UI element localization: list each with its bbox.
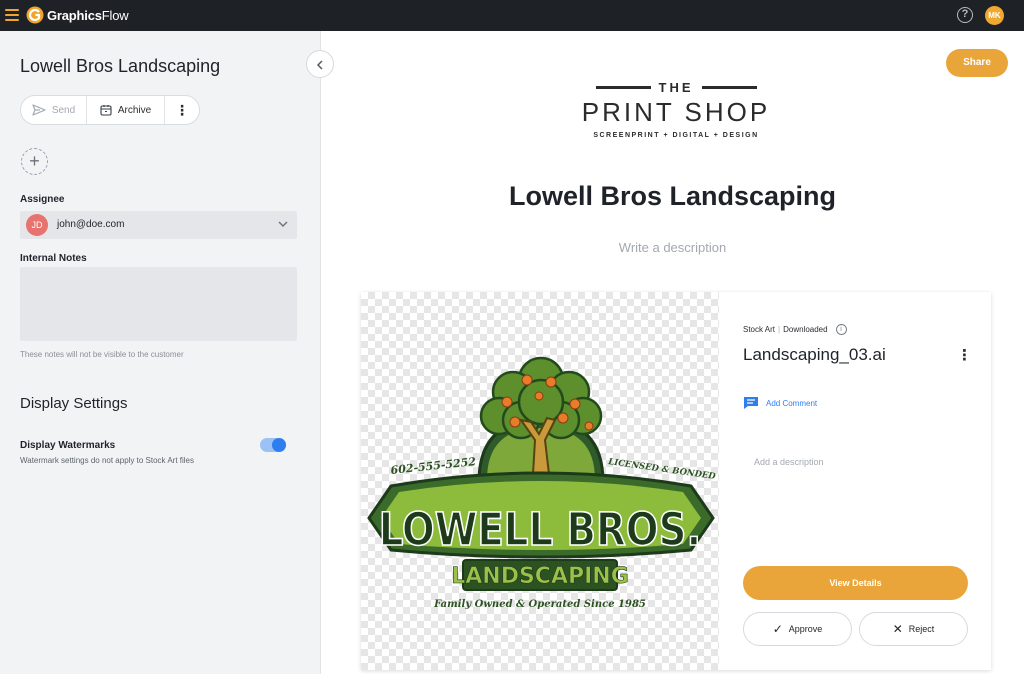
display-settings-heading: Display Settings bbox=[20, 395, 128, 412]
share-button[interactable]: Share bbox=[946, 49, 1008, 77]
shop-logo-the: THE bbox=[560, 80, 792, 95]
lowell-bros-logo: 602-555-5252 LICENSED & BONDED LOWELL BR… bbox=[367, 356, 717, 610]
approve-label: Approve bbox=[788, 624, 823, 634]
x-icon: ✕ bbox=[892, 622, 903, 636]
chevron-down-icon bbox=[278, 221, 288, 227]
shop-logo-name: PRINT SHOP bbox=[581, 97, 771, 127]
more-vertical-icon[interactable]: ⋮ bbox=[957, 346, 972, 364]
app-logo[interactable]: GraphicsFlow bbox=[47, 8, 129, 23]
shop-logo-tagline: SCREENPRINT + DIGITAL + DESIGN bbox=[593, 132, 759, 139]
logo-phone: 602-555-5252 bbox=[390, 455, 477, 477]
artwork-meta: Stock Art | Downloaded i bbox=[743, 324, 847, 335]
send-button[interactable]: Send bbox=[21, 96, 87, 124]
logo-name: LOWELL BROS. bbox=[379, 504, 702, 556]
assignee-avatar: JD bbox=[26, 214, 48, 236]
toggle-knob bbox=[272, 438, 286, 452]
archive-button[interactable]: Archive bbox=[87, 96, 165, 124]
project-title: Lowell Bros Landscaping bbox=[20, 56, 221, 76]
logo-tagline: Family Owned & Operated Since 1985 bbox=[433, 599, 646, 610]
add-comment-button[interactable]: Add Comment bbox=[743, 396, 817, 410]
help-icon[interactable]: ? bbox=[957, 7, 973, 23]
approve-button[interactable]: ✓ Approve bbox=[743, 612, 852, 646]
action-group: Send Archive ⋮ bbox=[20, 95, 200, 125]
add-comment-label: Add Comment bbox=[766, 398, 818, 408]
shop-logo-the-text: THE bbox=[658, 80, 694, 95]
sidebar: Lowell Bros Landscaping Send Archive ⋮ +… bbox=[0, 31, 321, 674]
assignee-label: Assignee bbox=[20, 194, 65, 205]
assignee-email: john@doe.com bbox=[57, 219, 125, 230]
more-vertical-icon[interactable]: ⋮ bbox=[165, 96, 199, 124]
watermark-hint: Watermark settings do not apply to Stock… bbox=[20, 456, 194, 465]
artwork-preview[interactable]: 602-555-5252 LICENSED & BONDED LOWELL BR… bbox=[361, 292, 719, 670]
brand-light: Flow bbox=[101, 8, 129, 23]
internal-notes-field[interactable] bbox=[20, 267, 297, 341]
watermark-toggle[interactable] bbox=[260, 438, 286, 452]
internal-notes-hint: These notes will not be visible to the c… bbox=[20, 350, 184, 359]
send-label: Send bbox=[51, 104, 76, 116]
logo-sub: LANDSCAPING bbox=[451, 564, 629, 589]
archive-icon bbox=[100, 105, 112, 116]
view-details-button[interactable]: View Details bbox=[743, 566, 968, 600]
brand-bold: Graphics bbox=[47, 8, 102, 23]
shop-logo: THE PRINT SHOP SCREENPRINT + DIGITAL + D… bbox=[560, 80, 792, 139]
page-title: Lowell Bros Landscaping bbox=[508, 181, 837, 211]
description-input[interactable]: Write a description bbox=[321, 240, 1024, 255]
comment-icon bbox=[744, 397, 758, 409]
check-icon: ✓ bbox=[772, 622, 783, 636]
artwork-source: Stock Art bbox=[743, 325, 776, 334]
reject-label: Reject bbox=[908, 624, 935, 634]
add-tag-button[interactable]: + bbox=[21, 148, 48, 175]
reject-button[interactable]: ✕ Reject bbox=[859, 612, 968, 646]
logo-icon bbox=[26, 6, 44, 24]
archive-label: Archive bbox=[117, 104, 152, 116]
info-icon[interactable]: i bbox=[835, 324, 847, 335]
collapse-sidebar-button[interactable] bbox=[306, 50, 334, 78]
artwork-file-name: Landscaping_03.ai bbox=[743, 345, 886, 364]
plus-icon: + bbox=[29, 151, 40, 171]
artwork-status: Downloaded bbox=[783, 325, 828, 334]
assignee-select[interactable]: JD john@doe.com bbox=[20, 211, 297, 239]
artwork-description-input[interactable]: Add a description bbox=[754, 457, 824, 467]
internal-notes-label: Internal Notes bbox=[20, 253, 87, 264]
send-icon bbox=[32, 104, 46, 116]
artwork-info: Stock Art | Downloaded i Landscaping_03.ai… bbox=[719, 292, 991, 670]
chevron-left-icon bbox=[316, 60, 323, 70]
watermark-label: Display Watermarks bbox=[20, 440, 116, 451]
menu-icon[interactable] bbox=[5, 9, 19, 21]
artwork-card: 602-555-5252 LICENSED & BONDED LOWELL BR… bbox=[361, 292, 991, 670]
top-bar: GraphicsFlow ? MK bbox=[0, 0, 1024, 31]
user-avatar[interactable]: MK bbox=[985, 6, 1004, 25]
